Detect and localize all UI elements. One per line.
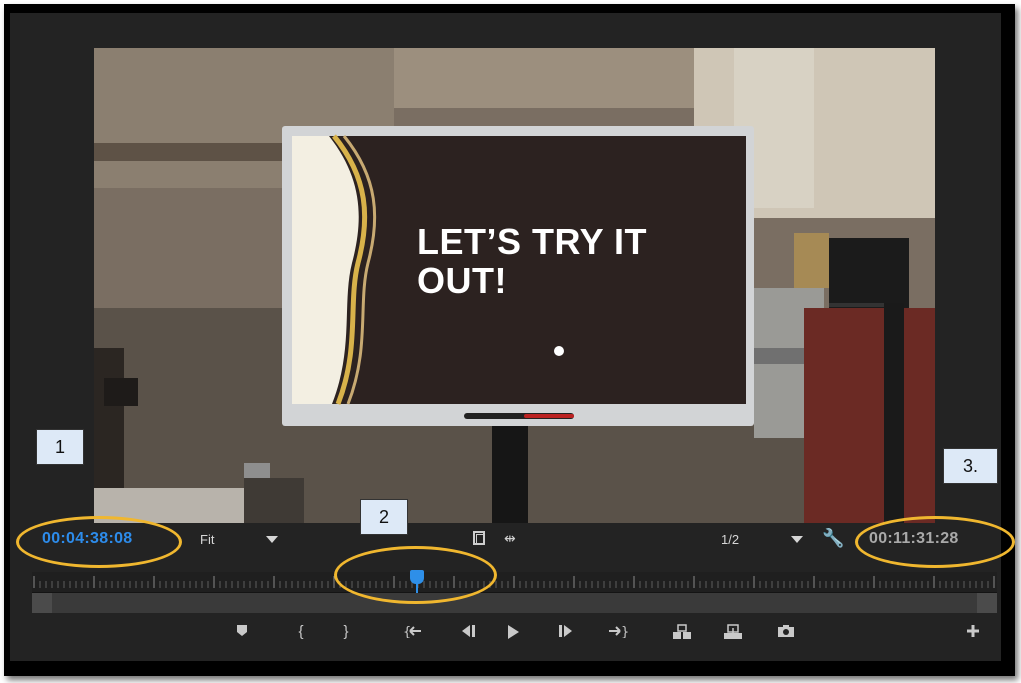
callout-playhead: [334, 546, 497, 604]
insert-icon[interactable]: [669, 620, 695, 644]
scroll-bar-right-handle[interactable]: [977, 593, 997, 613]
mark-in-icon[interactable]: {: [288, 620, 314, 644]
safe-margins-icon[interactable]: [473, 531, 485, 545]
settings-wrench-icon[interactable]: 🔧: [822, 528, 844, 549]
zoom-scroll-bar[interactable]: [32, 592, 997, 613]
play-icon[interactable]: [500, 620, 526, 644]
step-forward-icon[interactable]: [553, 620, 579, 644]
annotation-label-2: 2: [360, 499, 408, 535]
ruler-ticks: [33, 576, 995, 588]
svg-text:}: }: [621, 625, 628, 638]
step-back-icon[interactable]: [455, 620, 481, 644]
zoom-level-dropdown[interactable]: Fit: [200, 532, 214, 547]
time-ruler[interactable]: [32, 572, 997, 592]
mark-out-icon[interactable]: }: [333, 620, 359, 644]
video-preview: LET’S TRY IT OUT!: [94, 48, 935, 523]
scroll-bar-left-handle[interactable]: [32, 593, 52, 613]
go-to-out-icon[interactable]: }: [605, 620, 631, 644]
callout-duration: [855, 516, 1015, 568]
playback-resolution-dropdown[interactable]: 1/2: [721, 532, 739, 547]
slide-text: LET’S TRY IT OUT!: [417, 221, 648, 301]
overwrite-icon[interactable]: [720, 620, 746, 644]
annotation-label-1: 1: [36, 429, 84, 465]
transport-controls: { } { }: [0, 620, 1021, 650]
add-marker-icon[interactable]: [229, 620, 255, 644]
insert-edit-icon[interactable]: ⇹: [504, 530, 516, 547]
go-to-in-icon[interactable]: {: [400, 620, 426, 644]
callout-current-time: [16, 516, 182, 568]
button-editor-icon[interactable]: [960, 620, 986, 644]
annotation-label-3: 3.: [943, 448, 998, 484]
export-frame-icon[interactable]: [773, 620, 799, 644]
resolution-dropdown-arrow-icon[interactable]: [791, 536, 803, 543]
zoom-dropdown-arrow-icon[interactable]: [266, 536, 278, 543]
